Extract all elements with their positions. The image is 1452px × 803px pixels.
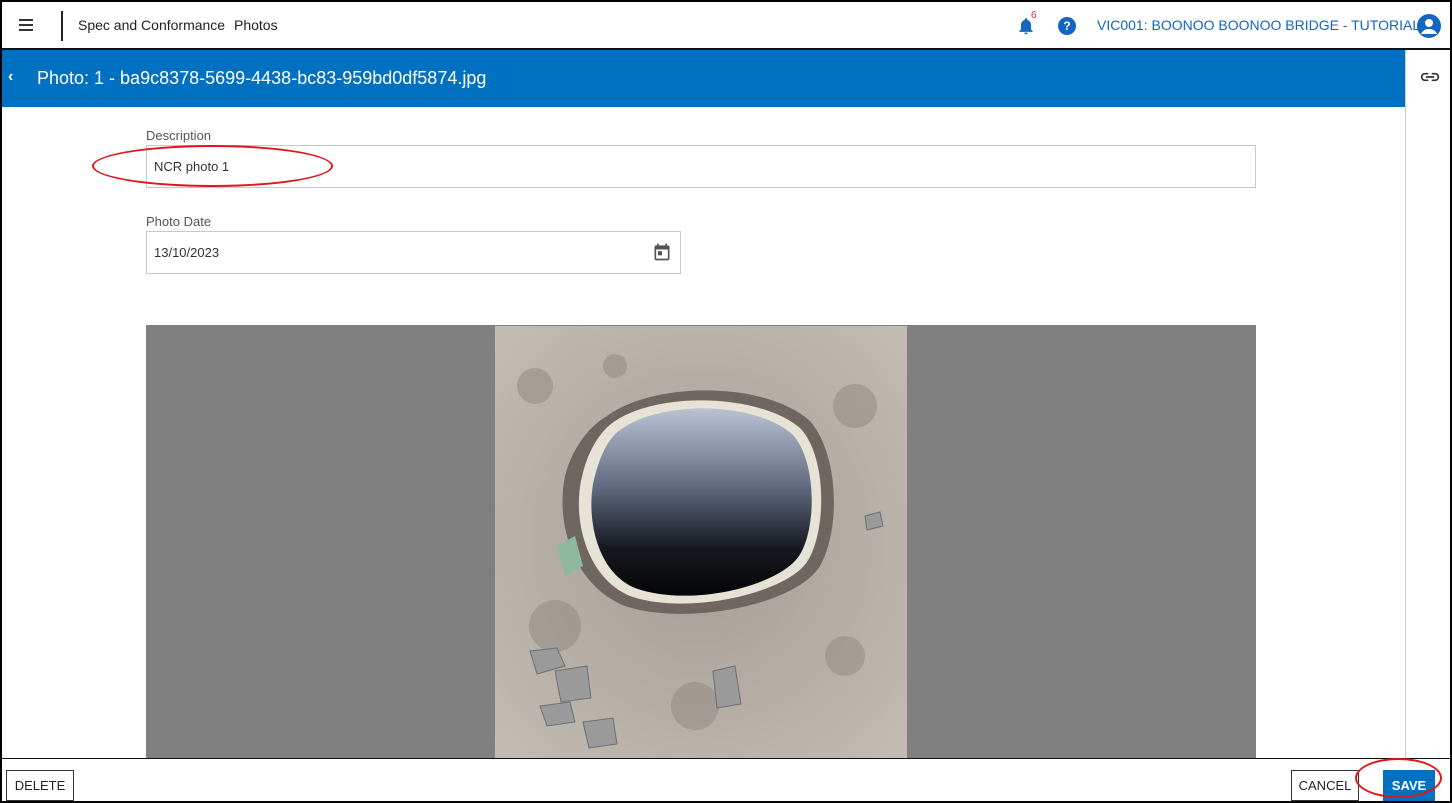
app-window: Spec and Conformance Photos 6 ? VIC001: … — [2, 2, 1450, 801]
right-rail — [1405, 50, 1450, 760]
photo-viewer — [146, 325, 1256, 760]
help-icon[interactable]: ? — [1058, 17, 1076, 35]
link-icon[interactable] — [1420, 70, 1440, 84]
page-title: Photo: 1 - ba9c8378-5699-4438-bc83-959bd… — [37, 68, 487, 88]
menu-icon[interactable] — [16, 14, 36, 36]
account-icon[interactable] — [1417, 14, 1441, 38]
action-bar: DELETE CANCEL SAVE — [2, 758, 1450, 801]
breadcrumb-photos[interactable]: Photos — [234, 17, 278, 33]
photo-image — [495, 326, 907, 760]
back-chevron-icon[interactable]: ‹ — [8, 68, 24, 88]
description-label: Description — [146, 128, 212, 143]
photo-date-input[interactable]: 13/10/2023 — [146, 231, 681, 274]
project-name[interactable]: VIC001: BOONOO BOONOO BRIDGE - TUTORIAL — [1097, 17, 1420, 33]
photo-header: ‹ Photo: 1 - ba9c8378-5699-4438-bc83-959… — [2, 50, 1405, 107]
notification-count: 6 — [1031, 10, 1037, 21]
save-button[interactable]: SAVE — [1383, 770, 1435, 801]
divider — [61, 11, 63, 41]
breadcrumb-spec-and-conformance[interactable]: Spec and Conformance — [78, 17, 225, 33]
delete-button[interactable]: DELETE — [6, 770, 74, 801]
description-input[interactable]: NCR photo 1 — [146, 145, 1256, 188]
photo-date-label: Photo Date — [146, 214, 212, 229]
calendar-icon[interactable] — [652, 242, 672, 262]
top-bar: Spec and Conformance Photos 6 ? VIC001: … — [2, 2, 1450, 48]
cancel-button[interactable]: CANCEL — [1291, 770, 1359, 801]
